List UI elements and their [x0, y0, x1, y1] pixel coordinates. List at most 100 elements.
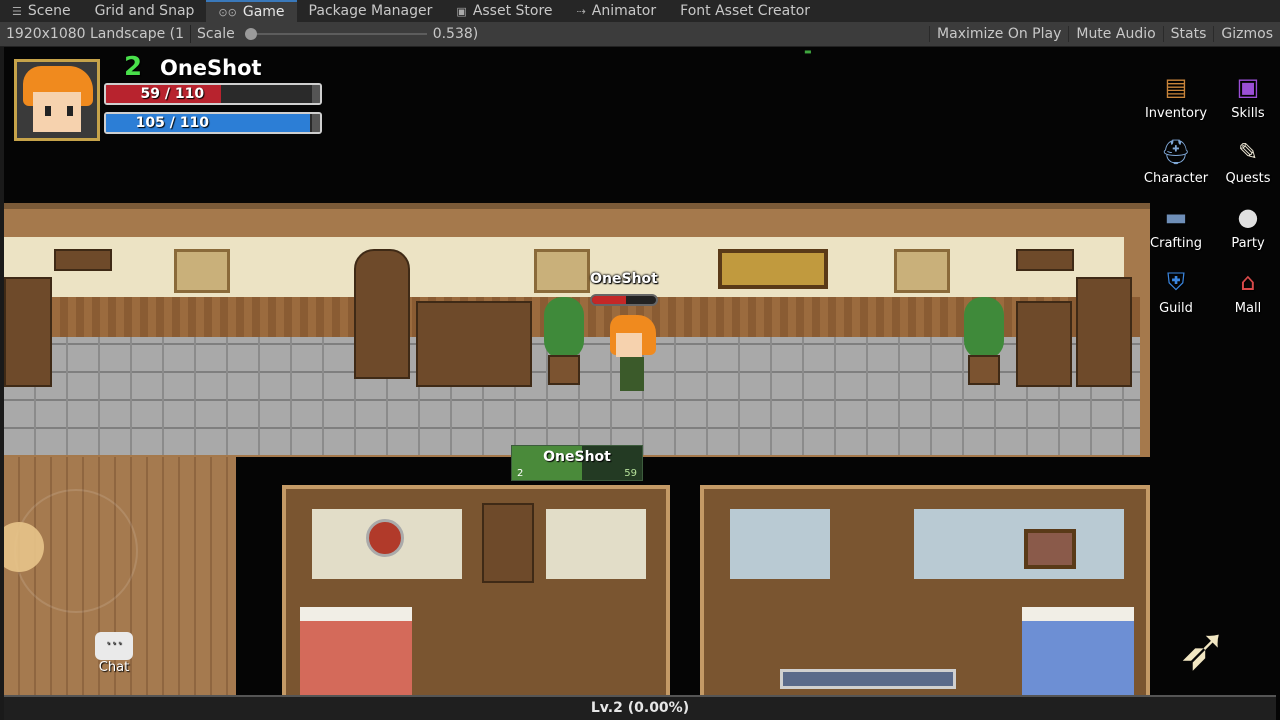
floor-rug: [780, 669, 956, 689]
tab-grid-and-snap[interactable]: Grid and Snap: [83, 0, 207, 22]
wooden-cabinet: [416, 301, 532, 387]
bedroom-wall: [730, 509, 830, 579]
mp-bar: 105 / 110: [104, 112, 322, 134]
menu-mall-button[interactable]: ⌂ Mall: [1214, 260, 1280, 322]
tab-label: Font Asset Creator: [680, 3, 811, 19]
chat-bubble-icon: ···: [95, 632, 133, 660]
scale-slider-track: [246, 33, 427, 35]
menu-crafting-button[interactable]: ▬ Crafting: [1142, 195, 1210, 257]
portrait-face: [33, 92, 81, 132]
stats-toggle[interactable]: Stats: [1162, 26, 1214, 42]
hp-text: 59 / 110: [140, 86, 205, 102]
player-body: [620, 357, 644, 391]
scale-slider[interactable]: [244, 27, 427, 41]
mp-text: 105 / 110: [135, 115, 209, 131]
bedroom-wall: [546, 509, 646, 579]
plant-leaves: [964, 297, 1004, 359]
window: [174, 249, 230, 293]
mute-audio-toggle[interactable]: Mute Audio: [1068, 26, 1162, 42]
wall-shelf: [54, 249, 112, 271]
mall-shop-icon: ⌂: [1240, 268, 1256, 296]
tab-label: Animator: [591, 3, 657, 19]
menu-label: Quests: [1225, 171, 1271, 186]
tab-label: Asset Store: [472, 3, 553, 19]
grandfather-clock: [354, 249, 410, 379]
wall-shelf: [1016, 249, 1074, 271]
player-character[interactable]: [606, 315, 658, 401]
portrait-eye: [67, 106, 73, 116]
red-bed: [300, 607, 412, 697]
player-overhead-hp-bar: [590, 294, 658, 306]
game-controller-icon: ⊙⊙: [218, 5, 237, 19]
menu-quests-button[interactable]: ✎ Quests: [1214, 130, 1280, 192]
animator-icon: ⇢: [576, 4, 586, 18]
character-helmet-icon: ⛑: [1160, 138, 1192, 166]
target-name: OneShot: [543, 449, 611, 465]
menu-inventory-button[interactable]: ▤ Inventory: [1142, 65, 1210, 127]
overhead-hp-fill: [592, 296, 627, 304]
bookshelf: [1076, 277, 1132, 387]
tab-asset-store[interactable]: ▣ Asset Store: [444, 0, 564, 22]
tab-game[interactable]: ⊙⊙ Game: [206, 0, 297, 22]
menu-character-button[interactable]: ⛑ Character: [1142, 130, 1210, 192]
chat-button[interactable]: ··· Chat: [89, 632, 139, 684]
bedroom-wall: [914, 509, 1124, 579]
scale-slider-knob[interactable]: [244, 28, 257, 40]
plant-leaves: [544, 297, 584, 359]
tab-animator[interactable]: ⇢ Animator: [565, 0, 669, 22]
target-nameplate[interactable]: OneShot 2 59: [511, 445, 643, 481]
menu-label: Guild: [1159, 301, 1193, 316]
menu-guild-button[interactable]: ⛨ Guild: [1142, 260, 1210, 322]
menu-party-button[interactable]: ● Party: [1214, 195, 1280, 257]
scale-label: Scale: [197, 26, 235, 42]
tab-package-manager[interactable]: Package Manager: [297, 0, 445, 22]
bedroom-right: [700, 485, 1150, 720]
portrait-eye: [45, 106, 51, 116]
plant-pot: [548, 355, 580, 385]
mp-bar-cap: [312, 114, 320, 132]
player-overhead-name: OneShot: [590, 271, 658, 287]
menu-label: Mall: [1234, 301, 1262, 316]
menu-skills-button[interactable]: ▣ Skills: [1214, 65, 1280, 127]
game-viewport[interactable]: ▬ OneShot OneShot 2 59 2 OneShot 59 / 11…: [4, 47, 1280, 720]
player-portrait[interactable]: [14, 59, 100, 141]
crafting-anvil-icon: ▬: [1164, 203, 1188, 231]
tab-label: Scene: [27, 3, 71, 19]
game-toolbar: 1920x1080 Landscape (1 Scale 0.538) Maxi…: [0, 22, 1280, 47]
skills-book-icon: ▣: [1236, 73, 1260, 101]
menu-label: Inventory: [1144, 106, 1208, 121]
attack-button[interactable]: ➶: [1158, 609, 1248, 689]
target-level: 2: [517, 468, 524, 479]
scene-icon: ☰: [12, 4, 22, 18]
hp-bar-cap: [312, 85, 320, 103]
gizmos-dropdown[interactable]: Gizmos: [1213, 26, 1280, 42]
window: [534, 249, 590, 293]
guild-shield-icon: ⛨: [1167, 268, 1185, 296]
arrow-attack-icon: ➶: [1177, 614, 1229, 684]
menu-label: Character: [1143, 171, 1209, 186]
potted-plant: [962, 297, 1006, 387]
inventory-chest-icon: ▤: [1164, 73, 1188, 101]
debug-marker: ▬: [804, 47, 812, 56]
player-face: [616, 333, 642, 357]
menu-label: Crafting: [1150, 236, 1202, 251]
menu-label: Party: [1231, 236, 1265, 251]
side-cabinet: [1016, 301, 1072, 387]
shopping-bag-icon: ▣: [456, 4, 467, 18]
tab-label: Package Manager: [308, 3, 433, 19]
landscape-painting: [718, 249, 828, 289]
bedroom-door: [482, 503, 534, 583]
window: [894, 249, 950, 293]
quests-scroll-icon: ✎: [1237, 138, 1259, 166]
bedroom-left: [282, 485, 670, 720]
resolution-dropdown[interactable]: 1920x1080 Landscape (1: [0, 26, 190, 42]
tab-font-asset-creator[interactable]: Font Asset Creator: [668, 0, 822, 22]
tab-label: Grid and Snap: [94, 3, 195, 19]
maximize-on-play-toggle[interactable]: Maximize On Play: [929, 26, 1068, 42]
tab-scene[interactable]: ☰ Scene: [0, 0, 83, 22]
exp-text: Lv.2 (0.00%): [590, 700, 690, 716]
upper-room: [4, 203, 1150, 457]
player-name: OneShot: [160, 56, 262, 80]
menu-label: Skills: [1231, 106, 1265, 121]
hp-bar: 59 / 110: [104, 83, 322, 105]
